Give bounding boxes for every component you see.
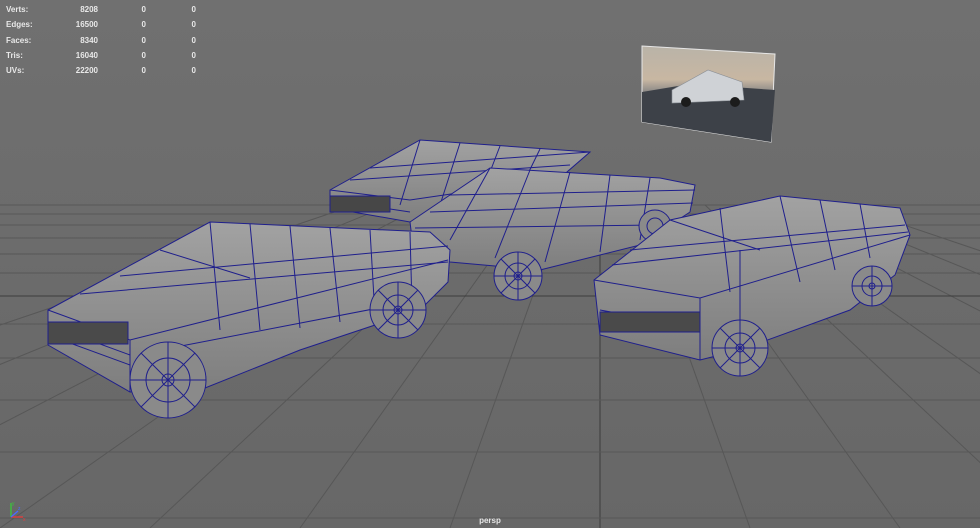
camera-name-label: persp <box>479 516 501 525</box>
hud-value-selected: 0 <box>141 35 146 45</box>
axis-z-label: z <box>18 506 21 512</box>
hud-label: Faces: <box>6 35 32 45</box>
hud-value-selected: 0 <box>141 50 146 60</box>
hud-row-verts: Verts: 8208 0 0 <box>6 2 196 17</box>
hud-value-component: 0 <box>191 35 196 45</box>
axis-y-label: y <box>12 501 15 507</box>
hud-value-object: 16500 <box>75 20 98 30</box>
hud-value-object: 22200 <box>75 66 98 76</box>
hud-row-uvs: UVs: 22200 0 0 <box>6 63 196 78</box>
scene-canvas[interactable] <box>0 0 980 528</box>
reference-image-plane <box>641 45 776 143</box>
hud-value-object: 8208 <box>80 5 98 14</box>
hud-value-component: 0 <box>191 66 196 76</box>
hud-value-object: 16040 <box>75 50 98 60</box>
hud-label: Edges: <box>6 20 33 30</box>
hud-value-component: 0 <box>191 5 196 14</box>
hud-value-selected: 0 <box>141 66 146 76</box>
hud-value-component: 0 <box>191 50 196 60</box>
cybertruck-mesh-left <box>47 221 451 419</box>
poly-count-hud: Verts: 8208 0 0 Edges: 16500 0 0 Faces: … <box>6 2 196 78</box>
hud-value-component: 0 <box>191 20 196 30</box>
hud-label: Verts: <box>6 5 29 14</box>
hud-label: UVs: <box>6 66 25 76</box>
hud-row-edges: Edges: 16500 0 0 <box>6 17 196 32</box>
maya-viewport[interactable]: Verts: 8208 0 0 Edges: 16500 0 0 Faces: … <box>0 0 980 528</box>
hud-row-faces: Faces: 8340 0 0 <box>6 33 196 48</box>
hud-label: Tris: <box>6 50 23 60</box>
hud-value-selected: 0 <box>141 5 146 14</box>
hud-value-selected: 0 <box>141 20 146 30</box>
hud-row-tris: Tris: 16040 0 0 <box>6 48 196 63</box>
hud-value-object: 8340 <box>80 35 98 45</box>
